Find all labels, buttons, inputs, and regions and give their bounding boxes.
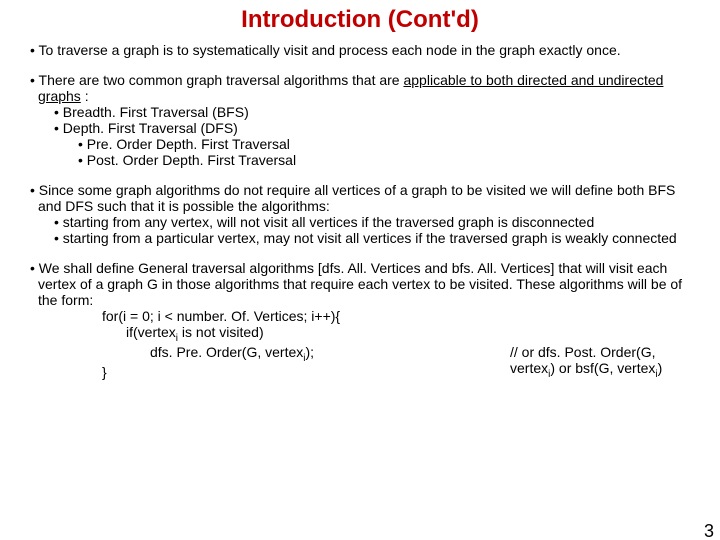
bullet-3-s1: • starting from any vertex, will not vis… (54, 214, 700, 230)
bullet-block-1: • To traverse a graph is to systematical… (30, 42, 700, 58)
bullet-2-colon: : (81, 88, 89, 104)
bullet-2-dfs: • Depth. First Traversal (DFS) (54, 120, 700, 136)
bullet-block-4: • We shall define General traversal algo… (30, 260, 700, 380)
slide-title: Introduction (Cont'd) (0, 6, 720, 34)
page-number: 3 (704, 521, 714, 540)
bullet-1-text: To traverse a graph is to systematically… (39, 42, 621, 58)
bullet-block-2: • There are two common graph traversal a… (30, 72, 700, 168)
bullet-4: • We shall define General traversal algo… (30, 260, 700, 308)
code-line-for: for(i = 0; i < number. Of. Vertices; i++… (102, 308, 700, 324)
code-line-call: dfs. Pre. Order(G, vertexi); // or dfs. … (150, 344, 700, 364)
bullet-2-bfs: • Breadth. First Traversal (BFS) (54, 104, 700, 120)
bullet-3-s2: • starting from a particular vertex, may… (54, 230, 700, 246)
bullet-3: • Since some graph algorithms do not req… (30, 182, 700, 214)
bullet-1: • To traverse a graph is to systematical… (30, 42, 700, 58)
bullet-block-3: • Since some graph algorithms do not req… (30, 182, 700, 246)
code-comment: // or dfs. Post. Order(G, vertexi) or bs… (510, 344, 700, 380)
bullet-2-post: • Post. Order Depth. First Traversal (78, 152, 700, 168)
slide-content: • To traverse a graph is to systematical… (0, 42, 720, 380)
code-block: for(i = 0; i < number. Of. Vertices; i++… (102, 308, 700, 380)
bullet-2: • There are two common graph traversal a… (30, 72, 700, 104)
slide: Introduction (Cont'd) • To traverse a gr… (0, 6, 720, 540)
bullet-2-pre: • Pre. Order Depth. First Traversal (78, 136, 700, 152)
bullet-2-intro: There are two common graph traversal alg… (39, 72, 404, 88)
code-line-if: if(vertexi is not visited) (126, 324, 700, 344)
